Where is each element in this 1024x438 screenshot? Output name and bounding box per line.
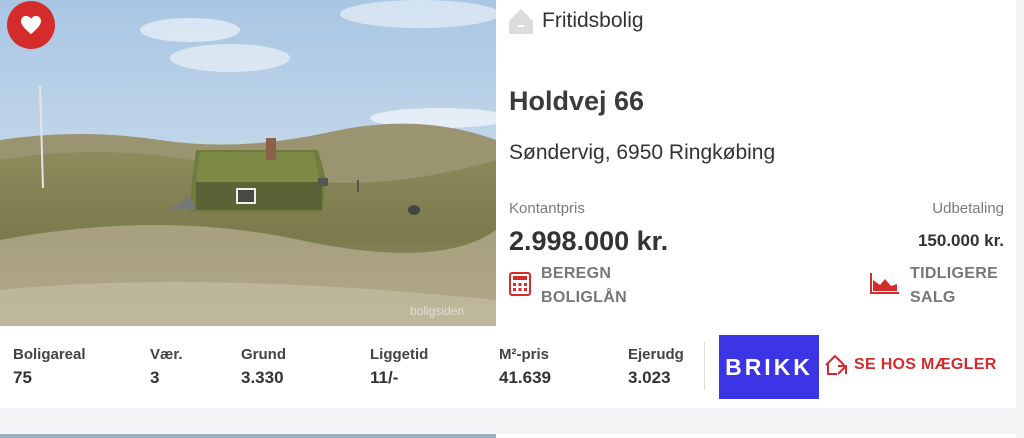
down-payment: 150.000 kr. [917,231,1004,250]
cash-price: 2.998.000 kr. [509,226,669,256]
image-watermark: boligsiden [410,304,465,318]
stats-divider [704,342,705,390]
see-at-agent-label: SE HOS MÆGLER [854,356,997,373]
listing-stats: Boligareal 75 Vær. 3 Grund 3.330 Liggeti… [0,326,1016,408]
down-payment-label: Udbetaling [932,200,1004,217]
property-photo-image [0,0,496,326]
next-listing-photo-edge [0,434,496,438]
stat-plot: Grund 3.330 [241,346,286,387]
cash-price-label: Kontantpris [509,200,585,217]
calculate-loan-link[interactable]: BEREGN BOLIGLÅN [509,262,627,310]
heart-icon [21,15,41,35]
next-listing-edge [496,434,1016,438]
see-at-agent-button[interactable]: SE HOS MÆGLER [824,354,997,376]
house-link-icon [825,355,847,375]
stat-rooms: Vær. 3 [150,346,183,387]
stat-owner-cost: Ejerudg 3.023 [628,346,684,387]
previous-sales-label: TIDLIGERE SALG [910,265,999,306]
property-type-label: Fritidsbolig [542,9,644,32]
calculate-loan-label: BEREGN BOLIGLÅN [541,265,627,306]
previous-sales-link[interactable]: TIDLIGERE SALG [870,262,998,310]
listing-info: Fritidsbolig Holdvej 66 Søndervig, 6950 … [496,0,1016,326]
listing-address[interactable]: Holdvej 66 [509,86,644,117]
listing-photo[interactable]: boligsiden [0,0,496,326]
property-type: Fritidsbolig [508,8,644,34]
agent-logo[interactable]: BRIKK [719,335,819,399]
chart-icon [870,273,899,294]
listing-city: Søndervig, 6950 Ringkøbing [509,141,776,164]
house-icon [509,9,533,34]
calculator-icon [509,272,531,296]
stat-time-on-market: Liggetid 11/- [370,346,429,387]
stat-living-area: Boligareal 75 [13,346,86,387]
stat-price-per-m2: M²-pris 41.639 [499,346,551,387]
listing-card[interactable]: boligsiden Fritidsbolig Holdvej 66 Sønde… [0,0,1016,408]
favorite-button[interactable] [7,1,55,49]
